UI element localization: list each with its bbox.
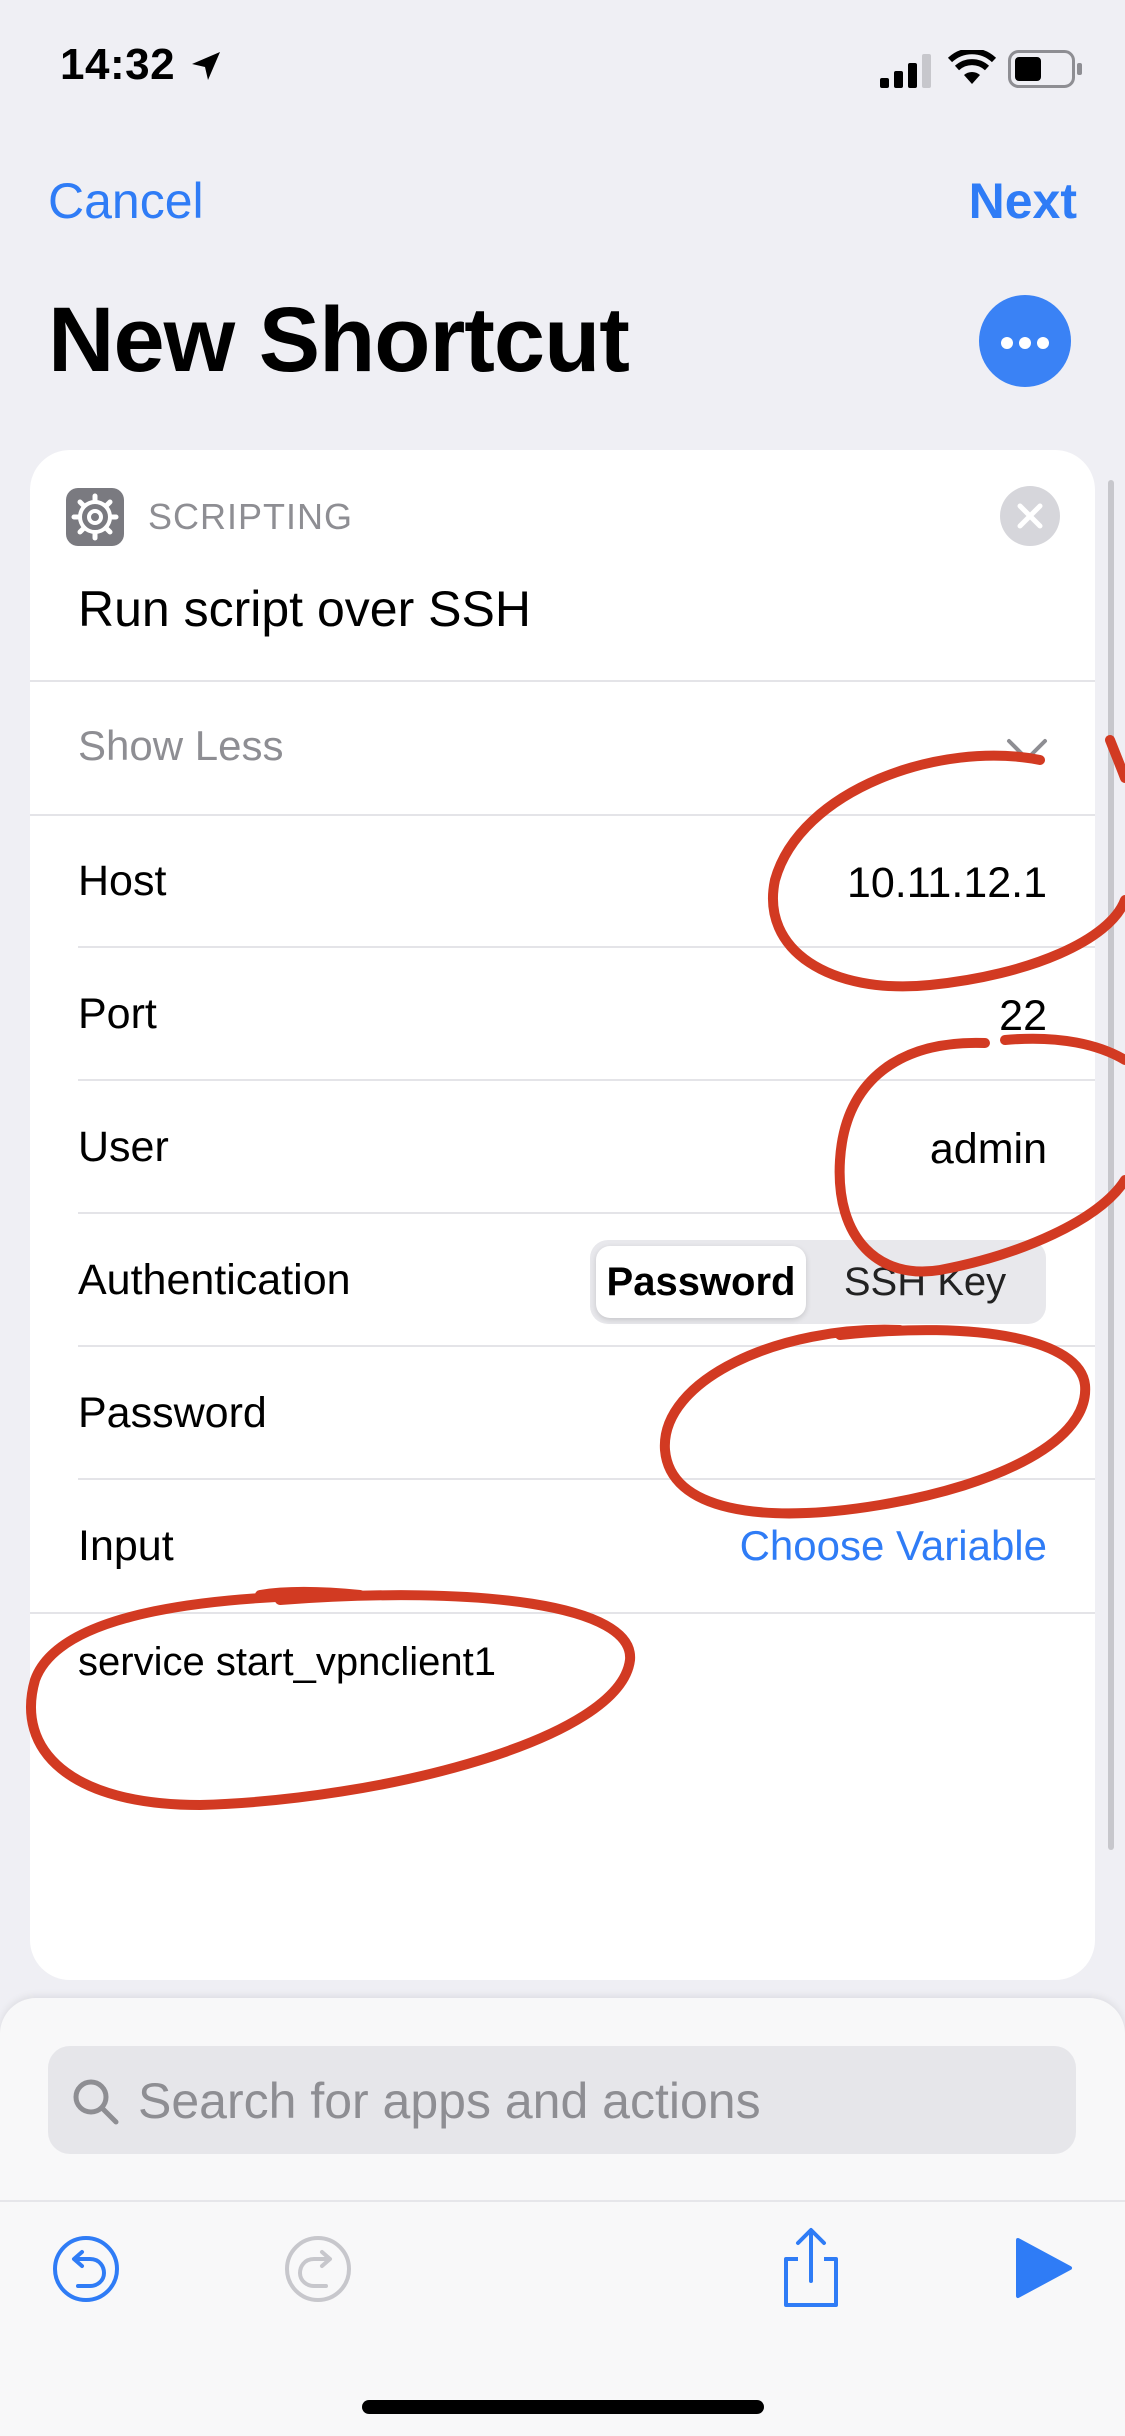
chevron-down-icon[interactable] <box>1005 735 1049 765</box>
close-icon <box>1017 503 1043 529</box>
action-title: Run script over SSH <box>78 581 531 637</box>
undo-icon[interactable] <box>50 2233 122 2305</box>
divider <box>30 814 1095 816</box>
next-button[interactable]: Next <box>969 172 1077 230</box>
host-field[interactable]: 10.11.12.1 <box>847 859 1047 908</box>
authentication-segmented-control[interactable]: Password SSH Key <box>590 1240 1046 1324</box>
auth-option-ssh-key[interactable]: SSH Key <box>810 1246 1040 1318</box>
toolbar-divider <box>0 2200 1125 2202</box>
divider <box>30 680 1095 682</box>
redo-icon[interactable] <box>282 2233 354 2305</box>
status-time: 14:32 <box>60 40 176 89</box>
divider <box>78 1212 1095 1214</box>
input-label: Input <box>78 1522 174 1570</box>
home-indicator[interactable] <box>362 2400 764 2414</box>
remove-action-button[interactable] <box>1000 486 1060 546</box>
port-field[interactable]: 22 <box>999 992 1047 1041</box>
scripting-gear-icon <box>66 488 124 546</box>
more-options-button[interactable] <box>979 295 1071 387</box>
show-less-toggle[interactable]: Show Less <box>78 722 283 770</box>
share-icon[interactable] <box>776 2225 846 2309</box>
user-label: User <box>78 1123 169 1171</box>
divider <box>30 1612 1095 1614</box>
scroll-indicator[interactable] <box>1108 480 1114 1850</box>
search-icon <box>73 2079 119 2125</box>
play-icon[interactable] <box>1014 2236 1074 2300</box>
choose-variable-button[interactable]: Choose Variable <box>740 1522 1047 1570</box>
divider <box>78 946 1095 948</box>
action-category: SCRIPTING <box>148 496 354 537</box>
divider <box>78 1079 1095 1081</box>
page-title: New Shortcut <box>48 289 630 391</box>
search-placeholder: Search for apps and actions <box>138 2073 761 2129</box>
cancel-button[interactable]: Cancel <box>48 172 204 230</box>
ellipsis-dot <box>1037 337 1049 349</box>
user-field[interactable]: admin <box>930 1125 1047 1174</box>
battery-icon <box>1008 50 1082 88</box>
script-textarea[interactable]: service start_vpnclient1 <box>78 1640 496 1685</box>
host-label: Host <box>78 857 167 905</box>
port-label: Port <box>78 990 157 1038</box>
divider <box>78 1345 1095 1347</box>
divider <box>78 1478 1095 1480</box>
authentication-label: Authentication <box>78 1256 351 1304</box>
password-label: Password <box>78 1389 267 1437</box>
location-arrow-icon <box>192 52 220 80</box>
ellipsis-dot <box>1019 337 1031 349</box>
auth-option-password[interactable]: Password <box>596 1246 806 1318</box>
cellular-signal-icon <box>880 54 931 88</box>
password-field[interactable] <box>667 1391 1047 1441</box>
ellipsis-icon <box>1001 337 1013 349</box>
wifi-icon <box>948 50 996 84</box>
